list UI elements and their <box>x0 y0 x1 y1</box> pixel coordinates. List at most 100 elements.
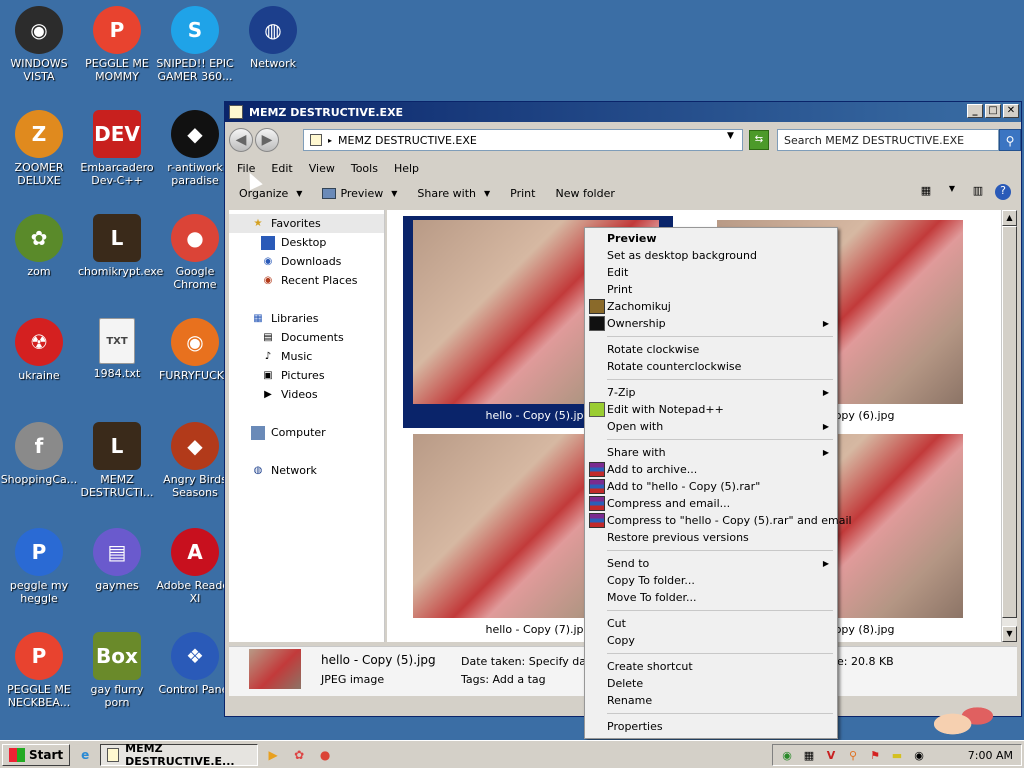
menu-item-edit-with-notepad[interactable]: Edit with Notepad++ <box>587 401 835 418</box>
menu-item-delete[interactable]: Delete <box>587 675 835 692</box>
organize-button[interactable]: Organize ▼ <box>229 185 312 202</box>
menu-item-rotate-clockwise[interactable]: Rotate clockwise <box>587 341 835 358</box>
help-icon[interactable]: ? <box>995 184 1011 200</box>
internet-explorer-icon[interactable]: e <box>74 744 96 766</box>
preview-button[interactable]: Preview ▼ <box>312 185 407 202</box>
menu-item-share-with[interactable]: Share with ▶ <box>587 444 835 461</box>
search-button[interactable]: ⚲ <box>999 129 1021 151</box>
desktop-icon[interactable]: L MEMZ DESTRUCTI... <box>78 422 156 499</box>
desktop-icon[interactable]: ✿ zom <box>0 214 78 278</box>
desktop-icon[interactable]: ☢ ukraine <box>0 318 78 382</box>
menu-item-preview[interactable]: Preview <box>587 230 835 247</box>
chrome-icon[interactable]: ● <box>314 744 336 766</box>
nav-documents[interactable]: ▤ Documents <box>229 328 384 347</box>
print-button[interactable]: Print <box>500 185 545 202</box>
search-input[interactable]: Search MEMZ DESTRUCTIVE.EXE <box>777 129 999 151</box>
nav-pictures[interactable]: ▣ Pictures <box>229 366 384 385</box>
desktop-icon[interactable]: ▤ gaymes <box>78 528 156 592</box>
desktop-icon[interactable]: Ppeggle my heggle <box>0 528 78 605</box>
menu-item-open-with[interactable]: Open with ▶ <box>587 418 835 435</box>
menu-item-set-desktop-background[interactable]: Set as desktop background <box>587 247 835 264</box>
view-icon[interactable]: ▦ <box>917 184 935 200</box>
menu-item-add-to-rar[interactable]: Add to "hello - Copy (5).rar" <box>587 478 835 495</box>
desktop-icon[interactable]: ◆ Angry Birds Seasons <box>156 422 234 499</box>
desktop-icon[interactable]: ◉ FURRYFUCKS <box>156 318 234 382</box>
paint-icon[interactable]: ✿ <box>288 744 310 766</box>
share-with-button[interactable]: Share with ▼ <box>407 185 500 202</box>
menu-item-copy[interactable]: Copy <box>587 632 835 649</box>
desktop-icon[interactable]: Z ZOOMER DELUXE <box>0 110 78 187</box>
minimize-button[interactable]: _ <box>967 104 983 118</box>
desktop-icon[interactable]: P PEGGLE ME MOMMY <box>78 6 156 83</box>
maximize-button[interactable]: □ <box>985 104 1001 118</box>
nav-network[interactable]: ◍ Network <box>229 461 384 480</box>
desktop-icon[interactable]: Box gay flurry porn <box>78 632 156 709</box>
desktop-icon[interactable]: f ShoppingCa... <box>0 422 78 486</box>
menu-item-edit[interactable]: Edit <box>587 264 835 281</box>
taskbar-window-button[interactable]: MEMZ DESTRUCTIVE.E... <box>100 742 259 768</box>
menu-item-send-to[interactable]: Send to ▶ <box>587 555 835 572</box>
menu-item-7zip[interactable]: 7-Zip ▶ <box>587 384 835 401</box>
desktop-icon[interactable]: DEV Embarcadero Dev-C++ <box>78 110 156 187</box>
menu-item-add-to-archive[interactable]: Add to archive... <box>587 461 835 478</box>
menu-item-compress-rar-and-email[interactable]: Compress to "hello - Copy (5).rar" and e… <box>587 512 852 529</box>
desktop-icon[interactable]: A Adobe Reader XI <box>156 528 234 605</box>
desktop-icon[interactable]: S SNIPED!! EPIC GAMER 360... <box>156 6 234 83</box>
desktop-icon[interactable]: ◆ r-antiwork paradise <box>156 110 234 187</box>
back-button[interactable]: ◀ <box>229 128 253 152</box>
menu-edit[interactable]: Edit <box>263 160 300 178</box>
desktop-icon[interactable]: P PEGGLE ME NECKBEA... <box>0 632 78 709</box>
menu-view[interactable]: View <box>301 160 343 178</box>
media-player-icon[interactable]: ▶ <box>262 744 284 766</box>
scroll-thumb[interactable] <box>1002 226 1017 618</box>
vertical-scrollbar[interactable]: ▲ ▼ <box>1001 210 1017 642</box>
menu-tools[interactable]: Tools <box>343 160 386 178</box>
tray-flag-icon[interactable]: ⚑ <box>867 747 883 763</box>
menu-item-create-shortcut[interactable]: Create shortcut <box>587 658 835 675</box>
nav-recent-places[interactable]: ◉ Recent Places <box>229 271 384 290</box>
menu-item-print[interactable]: Print <box>587 281 835 298</box>
start-button[interactable]: Start <box>2 743 71 766</box>
view-chevron-icon[interactable]: ▼ <box>943 184 961 200</box>
desktop-icon[interactable]: ◍ Network <box>234 6 312 70</box>
nav-favorites[interactable]: ★ Favorites <box>229 214 384 233</box>
desktop-icon[interactable]: ◉ WINDOWS VISTA <box>0 6 78 83</box>
menu-item-cut[interactable]: Cut <box>587 615 835 632</box>
tray-message-icon[interactable]: ▬ <box>889 747 905 763</box>
desktop-icon[interactable]: ❖ Control Panel <box>156 632 234 696</box>
scroll-down-icon[interactable]: ▼ <box>1002 626 1017 642</box>
nav-libraries[interactable]: ▦ Libraries <box>229 309 384 328</box>
menu-item-copy-to-folder[interactable]: Copy To folder... <box>587 572 835 589</box>
menu-item-zachomikuj[interactable]: Zachomikuj <box>587 298 835 315</box>
menu-item-compress-and-email[interactable]: Compress and email... <box>587 495 835 512</box>
desktop-icon[interactable]: ● Google Chrome <box>156 214 234 291</box>
nav-computer[interactable]: Computer <box>229 423 384 442</box>
refresh-button[interactable]: ⇆ <box>749 130 769 150</box>
menu-item-move-to-folder[interactable]: Move To folder... <box>587 589 835 606</box>
desktop-icon[interactable]: TXT 1984.txt <box>78 318 156 380</box>
tray-globe-icon[interactable]: ◉ <box>779 747 795 763</box>
nav-music[interactable]: ♪ Music <box>229 347 384 366</box>
scroll-up-icon[interactable]: ▲ <box>1002 210 1017 226</box>
title-bar[interactable]: MEMZ DESTRUCTIVE.EXE _ □ ✕ <box>225 102 1021 122</box>
close-button[interactable]: ✕ <box>1003 104 1019 118</box>
menu-item-rename[interactable]: Rename <box>587 692 835 709</box>
tray-network-icon[interactable]: ▦ <box>801 747 817 763</box>
forward-button[interactable]: ▶ <box>255 128 279 152</box>
address-dropdown-icon[interactable]: ▼ <box>727 131 734 141</box>
menu-item-ownership[interactable]: Ownership ▶ <box>587 315 835 332</box>
preview-pane-icon[interactable]: ▥ <box>969 184 987 200</box>
address-field[interactable]: ▸ MEMZ DESTRUCTIVE.EXE <box>303 129 743 151</box>
menu-item-restore-previous-versions[interactable]: Restore previous versions <box>587 529 835 546</box>
new-folder-button[interactable]: New folder <box>545 185 624 202</box>
tray-search-icon[interactable]: ⚲ <box>845 747 861 763</box>
nav-videos[interactable]: ▶ Videos <box>229 385 384 404</box>
desktop-icon[interactable]: Lchomikrypt.exe <box>78 214 163 278</box>
nav-desktop[interactable]: Desktop <box>229 233 384 252</box>
details-tags[interactable]: Tags: Add a tag <box>461 673 546 686</box>
menu-help[interactable]: Help <box>386 160 427 178</box>
clock[interactable]: 7:00 AM <box>968 749 1013 762</box>
tray-volume-icon[interactable]: ◉ <box>911 747 927 763</box>
menu-item-rotate-counterclockwise[interactable]: Rotate counterclockwise <box>587 358 835 375</box>
menu-item-properties[interactable]: Properties <box>587 718 835 735</box>
